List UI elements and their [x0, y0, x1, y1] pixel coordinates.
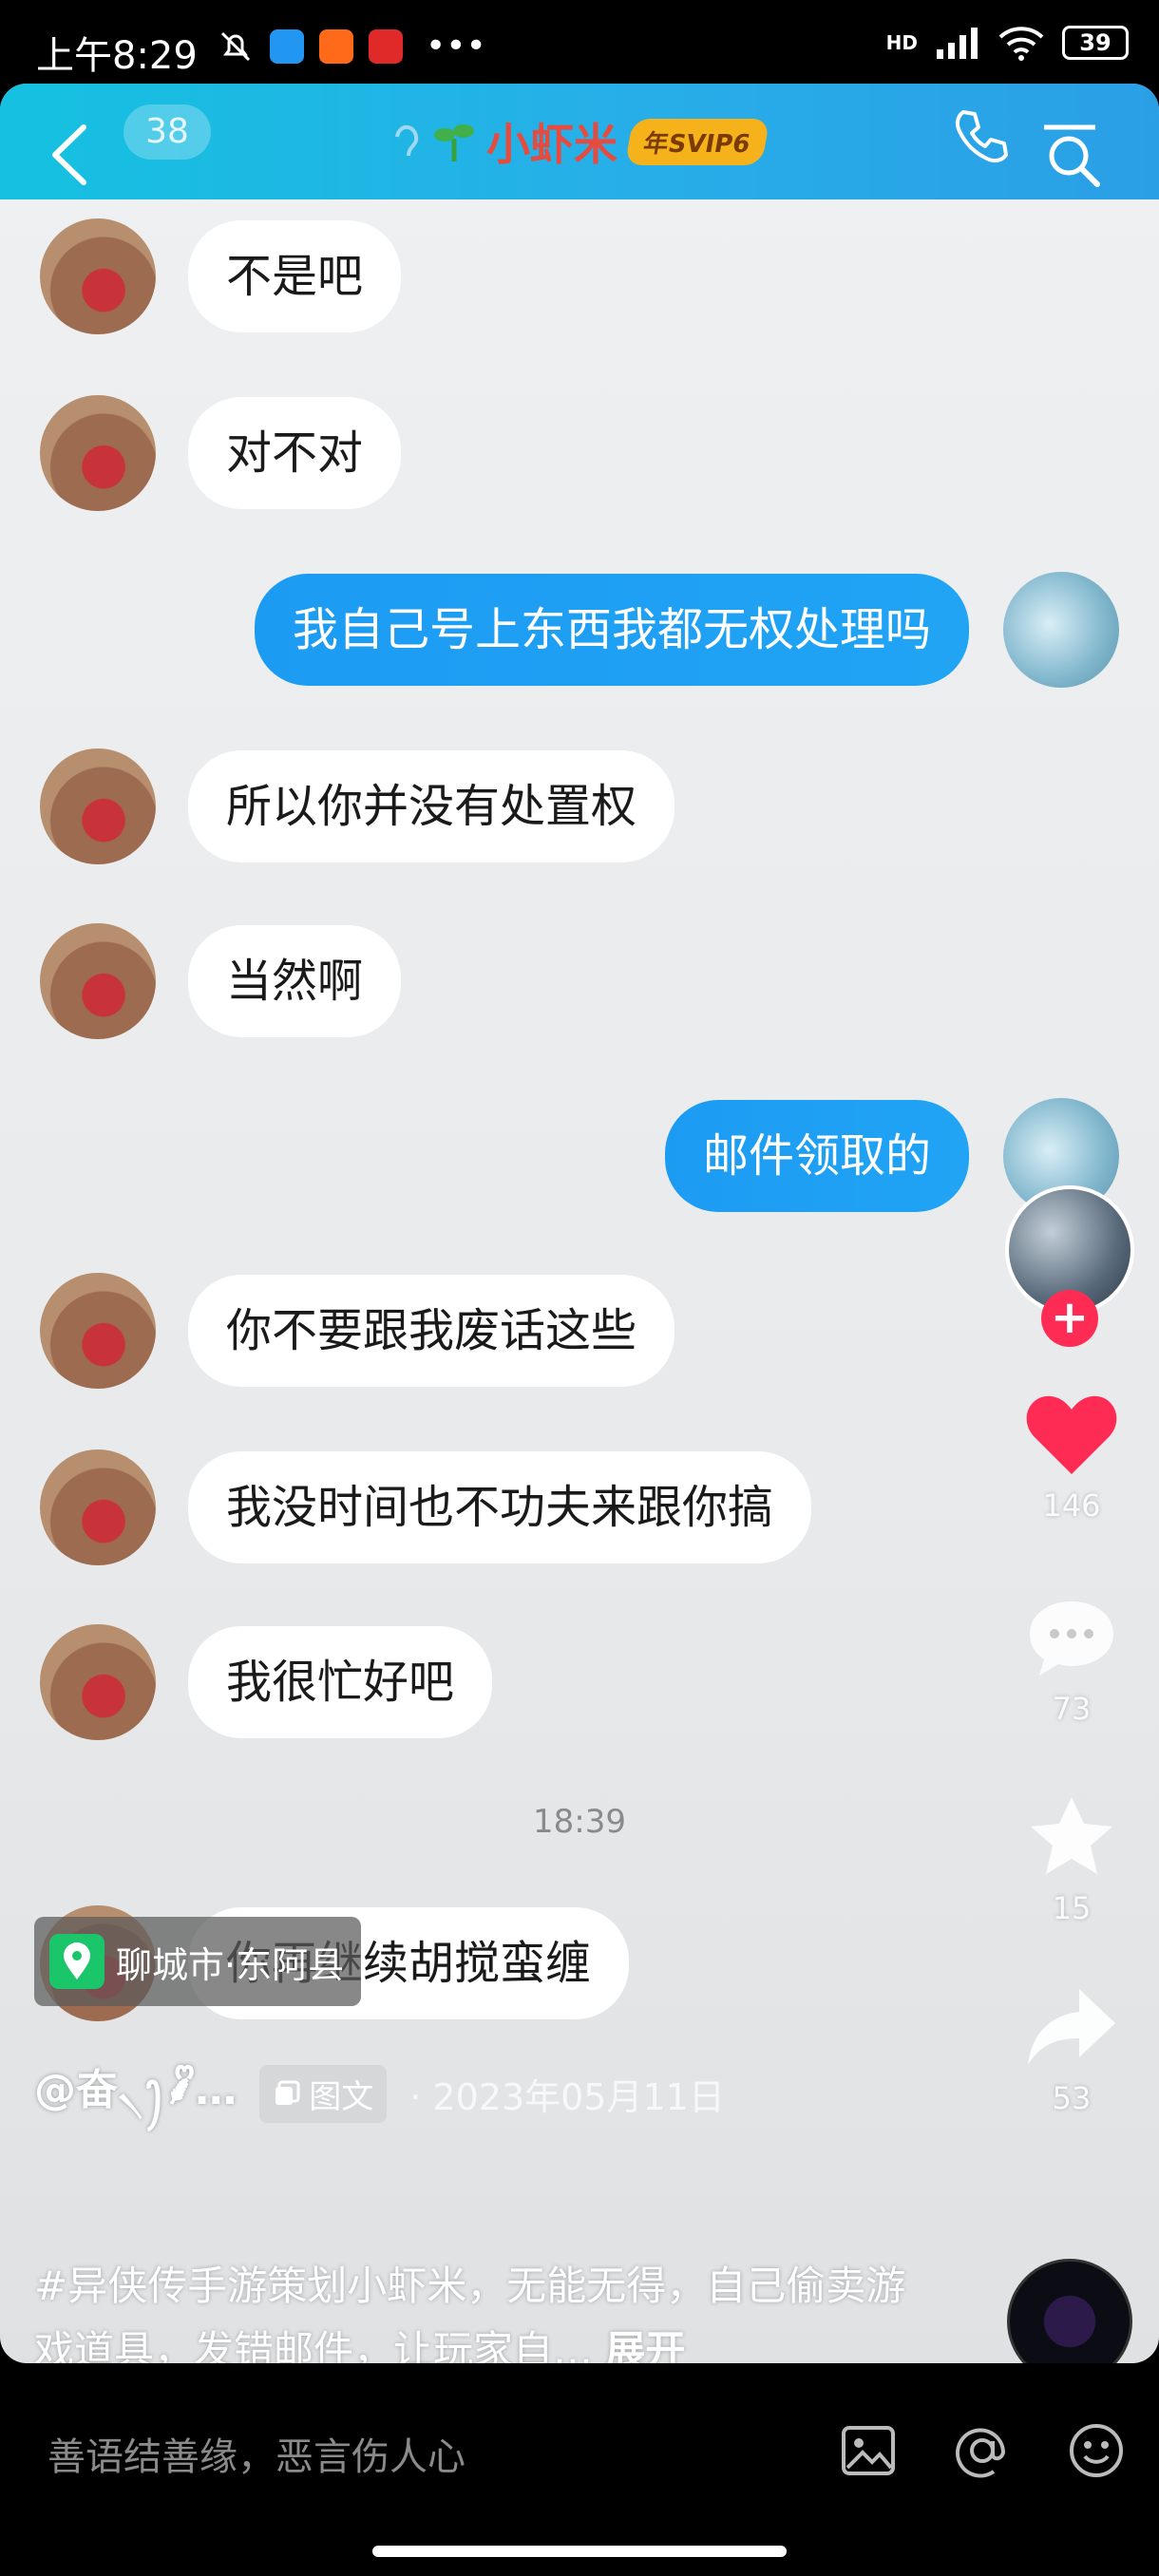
caption-text: #异侠传手游策划小虾米，无能无得，自己偷卖游戏道具，发错邮件，让玩家自… — [34, 2263, 906, 2363]
author-row: @奋৲ꫂ⸙ᩚ… 图文 · 2023年05月11日 — [34, 2050, 725, 2137]
comment-button[interactable]: 73 — [1005, 1596, 1138, 1727]
home-indicator[interactable] — [372, 2546, 787, 2557]
heart-icon — [1026, 1395, 1117, 1474]
screen: 上午8:29 ••• HD 39 38 小虾米 年SVIP6 不是吧 对不对 我… — [0, 0, 1159, 2576]
back-arrow-icon[interactable] — [48, 122, 89, 188]
message-row: 我很忙好吧 — [0, 1624, 1159, 1767]
notification-icons: ••• — [217, 27, 486, 66]
battery-icon: 39 — [1062, 26, 1129, 60]
message-row: 不是吧 — [0, 218, 1159, 361]
image-picker-icon[interactable] — [838, 2420, 899, 2481]
message-row: 对不对 — [0, 395, 1159, 538]
expand-link[interactable]: 展开 — [605, 2327, 685, 2363]
message-bubble[interactable]: 对不对 — [188, 397, 402, 509]
search-icon[interactable] — [1040, 122, 1107, 188]
message-bubble-self[interactable]: 邮件领取的 — [664, 1100, 969, 1212]
svip-badge: 年SVIP6 — [624, 118, 770, 165]
message-bubble[interactable]: 不是吧 — [188, 220, 402, 332]
message-bubble[interactable]: 我很忙好吧 — [188, 1626, 493, 1738]
emoji-icon[interactable] — [1066, 2420, 1127, 2481]
self-avatar[interactable] — [1003, 572, 1119, 688]
mute-bell-icon — [220, 31, 251, 61]
network-label: HD — [885, 31, 918, 54]
author-name[interactable]: @奋৲ꫂ⸙ᩚ… — [34, 2050, 237, 2137]
app-icon-red — [369, 28, 403, 64]
share-arrow-icon — [1028, 1989, 1115, 2065]
app-icon-orange — [319, 28, 353, 64]
ear-icon — [395, 124, 419, 157]
star-icon — [1031, 1797, 1112, 1874]
unread-count-badge: 38 — [124, 104, 211, 160]
post-type-tag: 图文 — [259, 2064, 388, 2123]
comment-bubble-icon — [1030, 1601, 1113, 1676]
sender-avatar[interactable] — [40, 1449, 156, 1565]
share-button[interactable]: 53 — [1005, 1983, 1138, 2116]
post-date: · 2023年05月11日 — [409, 2075, 725, 2118]
wifi-icon — [998, 27, 1044, 61]
sender-avatar[interactable] — [40, 218, 156, 334]
message-row: 我自己号上东西我都无权处理吗 — [0, 572, 1159, 714]
like-button[interactable]: 146 — [1005, 1392, 1138, 1524]
status-time: 上午8:29 — [36, 34, 198, 78]
image-post-icon — [276, 2080, 300, 2105]
more-notifications-icon: ••• — [426, 27, 486, 66]
signal-icon — [937, 28, 978, 59]
comment-bar: 善语结善缘，恶言伤人心 — [0, 2363, 1159, 2576]
message-bubble[interactable]: 我没时间也不功夫来跟你搞 — [188, 1451, 812, 1563]
music-disc[interactable] — [1007, 2259, 1132, 2363]
favorite-button[interactable]: 15 — [1005, 1793, 1138, 1926]
video-content[interactable]: 38 小虾米 年SVIP6 不是吧 对不对 我自己号上东西我都无权处理吗 所以你 — [0, 84, 1159, 2363]
sender-avatar[interactable] — [40, 395, 156, 511]
sender-avatar[interactable] — [40, 1624, 156, 1740]
location-pin-icon — [49, 1934, 104, 1989]
post-type-label: 图文 — [309, 2077, 374, 2116]
message-row: 邮件领取的 — [0, 1098, 1159, 1241]
post-caption[interactable]: #异侠传手游策划小虾米，无能无得，自己偷卖游戏道具，发错邮件，让玩家自… 展开 — [34, 2254, 908, 2363]
chat-timestamp: 18:39 — [533, 1803, 626, 1841]
comment-bar-icons — [838, 2420, 1127, 2481]
like-count: 146 — [1042, 1487, 1101, 1524]
comment-input[interactable]: 善语结善缘，恶言伤人心 — [48, 2426, 466, 2481]
app-icon-blue — [270, 28, 304, 64]
status-bar: 上午8:29 ••• HD 39 — [0, 0, 1159, 84]
chat-title-group: 小虾米 年SVIP6 — [390, 110, 770, 173]
sender-avatar[interactable] — [40, 923, 156, 1039]
follow-button[interactable]: + — [1041, 1290, 1098, 1347]
phone-icon[interactable] — [950, 104, 1013, 167]
mention-icon[interactable] — [952, 2420, 1013, 2481]
battery-level: 39 — [1079, 29, 1112, 56]
location-tag[interactable]: 聊城市·东阿县 — [34, 1917, 362, 2006]
message-row: 所以你并没有处置权 — [0, 748, 1159, 891]
message-bubble-self[interactable]: 我自己号上东西我都无权处理吗 — [254, 574, 969, 686]
location-text: 聊城市·东阿县 — [116, 1943, 345, 1986]
message-bubble[interactable]: 你不要跟我废话这些 — [188, 1275, 675, 1387]
message-bubble[interactable]: 所以你并没有处置权 — [188, 750, 675, 862]
sprout-icon — [434, 124, 474, 161]
chat-header: 38 小虾米 年SVIP6 — [0, 84, 1159, 199]
message-bubble[interactable]: 当然啊 — [188, 925, 402, 1037]
message-row: 当然啊 — [0, 923, 1159, 1066]
sender-avatar[interactable] — [40, 748, 156, 864]
message-row: 我没时间也不功夫来跟你搞 — [0, 1449, 1159, 1592]
sender-avatar[interactable] — [40, 1273, 156, 1389]
status-right: HD 39 — [886, 25, 1129, 61]
favorite-count: 15 — [1052, 1890, 1092, 1926]
share-count: 53 — [1052, 2080, 1092, 2116]
message-row: 你不要跟我废话这些 — [0, 1273, 1159, 1415]
comment-count: 73 — [1052, 1691, 1092, 1727]
chat-title: 小虾米 — [486, 119, 618, 170]
